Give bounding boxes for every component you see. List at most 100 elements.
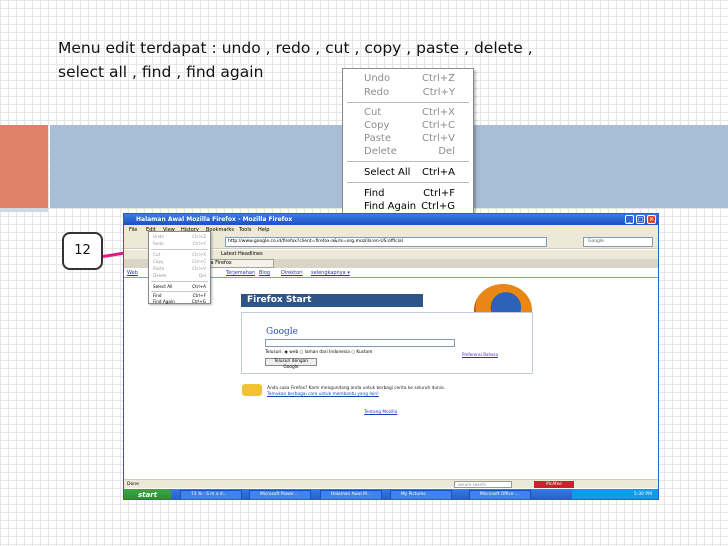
menu-item-shortcut: Ctrl+A (421, 167, 455, 178)
secure-search-box[interactable]: secure search (454, 481, 512, 488)
link-selengkapnya[interactable]: selengkapnya ▾ (311, 269, 350, 278)
menu-item-paste[interactable]: Paste Ctrl+V (343, 133, 473, 145)
address-url: http://www.google.co.id/firefox?client=f… (228, 239, 403, 244)
link-blog[interactable]: Blog (259, 269, 270, 278)
google-search-button[interactable]: Telusuri dengan Google (265, 358, 317, 370)
window-titlebar[interactable]: Halaman Awal Mozilla Firefox - Mozilla F… (124, 214, 658, 225)
menu-item-label: Cut (364, 107, 382, 118)
menu-item-label: Redo (153, 241, 164, 246)
menu-item-label: Paste (153, 266, 165, 271)
menu-item-label: Paste (364, 133, 391, 144)
menu-item-shortcut: Ctrl+C (192, 259, 206, 264)
address-bar[interactable]: http://www.google.co.id/firefox?client=f… (225, 237, 547, 247)
window-title: Halaman Awal Mozilla Firefox - Mozilla F… (136, 216, 293, 223)
small-menu-redo[interactable]: Redo Ctrl+Y (149, 241, 210, 247)
taskbar-item[interactable]: Microsoft Power... (249, 490, 311, 499)
menu-separator (151, 291, 208, 292)
menu-item-shortcut: Ctrl+V (421, 133, 455, 144)
menu-item-label: Cut (153, 252, 161, 257)
small-menu-delete[interactable]: Delete Del (149, 273, 210, 279)
menu-separator (151, 281, 208, 282)
menu-item-find[interactable]: Find Ctrl+F (343, 188, 473, 200)
menu-item-shortcut: Ctrl+X (421, 107, 455, 118)
menu-item-shortcut: Ctrl+Z (192, 234, 206, 239)
menu-item-copy[interactable]: Copy Ctrl+C (343, 120, 473, 132)
menu-item-select-all[interactable]: Select All Ctrl+A (343, 167, 473, 179)
step-badge: 12 (62, 232, 103, 270)
menu-item-label: Find Again (364, 201, 417, 212)
menu-separator (347, 102, 469, 103)
tray-clock: 5:30 PM (633, 492, 652, 497)
google-logo: Google (266, 327, 298, 337)
menu-item-label: Select All (153, 284, 173, 289)
google-search-input[interactable] (265, 339, 455, 347)
firefox-start-banner: Firefox Start (241, 294, 423, 307)
search-scope-options[interactable]: Telusuri: ◉ web ○ laman dari Indonesia ○… (265, 350, 372, 355)
info-text: Anda suka Firefox? Kami mengundang anda … (267, 386, 445, 391)
menu-file[interactable]: File (129, 225, 137, 235)
menu-separator (347, 161, 469, 162)
taskbar-item[interactable]: Microsoft Office ... (469, 490, 531, 499)
bookmark-latest-headlines[interactable]: Latest Headlines (221, 250, 263, 259)
edit-menu-enlarged: Undo Ctrl+Z Redo Ctrl+Y Cut Ctrl+X Copy … (342, 68, 474, 214)
edit-menu-small: Undo Ctrl+Z Redo Ctrl+Y Cut Ctrl+X Copy Ctrl… (148, 231, 211, 304)
mcafee-badge[interactable]: McAfee (534, 481, 574, 488)
taskbar-item[interactable]: Halaman Awal M... (320, 490, 382, 499)
menu-item-cut[interactable]: Cut Ctrl+X (343, 107, 473, 119)
menu-separator (347, 182, 469, 183)
language-preferences-link[interactable]: Preferensi Bahasa (462, 352, 498, 357)
menu-item-shortcut: Ctrl+G (421, 201, 455, 212)
menu-item-label: Select All (364, 167, 411, 178)
maximize-icon[interactable]: □ (636, 215, 645, 224)
decor-strip (0, 208, 48, 212)
windows-taskbar: start 73 % - S m a d... Microsoft Power.… (124, 489, 658, 499)
menu-item-label: Find (153, 293, 162, 298)
status-bar: Done secure search McAfee (124, 479, 658, 488)
menu-item-shortcut: Del (199, 273, 206, 278)
menu-item-shortcut: Ctrl+V (192, 266, 206, 271)
info-link[interactable]: Temukan berbagai cara untuk membantu yan… (267, 392, 379, 397)
menu-item-label: Find (364, 188, 385, 199)
small-menu-select-all[interactable]: Select All Ctrl+A (149, 284, 210, 290)
menu-item-find-again[interactable]: Find Again Ctrl+G (343, 201, 473, 213)
small-menu-copy[interactable]: Copy Ctrl+C (149, 259, 210, 265)
menu-item-label: Delete (153, 273, 167, 278)
menu-item-delete[interactable]: Delete Del (343, 146, 473, 158)
small-menu-find-again[interactable]: Find Again Ctrl+G (149, 299, 210, 305)
link-web[interactable]: Web (127, 269, 138, 278)
menu-item-undo[interactable]: Undo Ctrl+Z (343, 73, 473, 85)
menu-item-shortcut: Del (438, 146, 455, 157)
menu-tools[interactable]: Tools (239, 225, 251, 235)
menu-item-shortcut: Ctrl+C (421, 120, 455, 131)
menu-item-label: Find Again (153, 299, 175, 304)
menu-item-shortcut: Ctrl+A (192, 284, 206, 289)
menu-item-shortcut: Ctrl+X (192, 252, 206, 257)
menu-item-shortcut: Ctrl+F (192, 293, 206, 298)
menu-item-label: Copy (153, 259, 164, 264)
slide-title-line-1: Menu edit terdapat : undo , redo , cut ,… (58, 39, 533, 57)
google-search-panel: Google Telusuri: ◉ web ○ laman dari Indo… (241, 312, 533, 374)
link-direktori[interactable]: Direktori (281, 269, 303, 278)
decor-orange-band (0, 125, 48, 208)
menu-help[interactable]: Help (258, 225, 269, 235)
menu-item-redo[interactable]: Redo Ctrl+Y (343, 87, 473, 99)
search-box[interactable]: Google (583, 237, 653, 247)
taskbar-item[interactable]: 73 % - S m a d... (180, 490, 242, 499)
menu-item-label: Redo (364, 87, 390, 98)
menu-item-label: Copy (364, 120, 390, 131)
info-icon (242, 384, 262, 396)
menu-item-label: Undo (153, 234, 164, 239)
start-button[interactable]: start (124, 489, 172, 499)
small-menu-undo[interactable]: Undo Ctrl+Z (149, 234, 210, 240)
small-menu-cut[interactable]: Cut Ctrl+X (149, 252, 210, 258)
minimize-icon[interactable]: _ (625, 215, 634, 224)
about-mozilla-link[interactable]: Tentang Mozilla (364, 410, 397, 415)
menu-item-shortcut: Ctrl+G (191, 299, 206, 304)
firefox-window: Halaman Awal Mozilla Firefox - Mozilla F… (123, 213, 659, 500)
system-tray: 5:30 PM (572, 489, 658, 499)
close-icon[interactable]: × (647, 215, 656, 224)
link-terjemahan[interactable]: Terjemahan (226, 269, 255, 278)
menu-item-shortcut: Ctrl+Y (192, 241, 206, 246)
taskbar-item[interactable]: My Pictures (390, 490, 452, 499)
small-menu-paste[interactable]: Paste Ctrl+V (149, 266, 210, 272)
